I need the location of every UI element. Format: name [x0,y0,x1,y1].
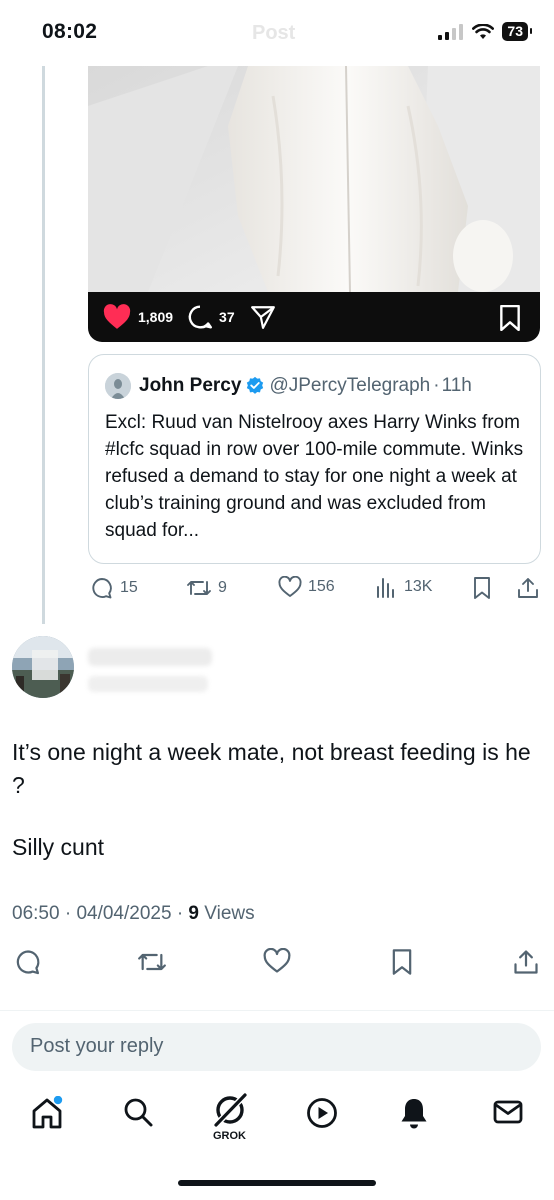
media-engagement-bar: 1,809 37 [88,292,540,342]
share-icon[interactable] [516,576,540,600]
embedded-media[interactable]: 1,809 37 [88,66,540,342]
media-photo[interactable] [88,66,540,292]
reply-date: 04/04/2025 [76,903,172,924]
like-count: 156 [308,578,335,595]
reply-views-count: 9 [188,903,199,924]
meta-separator: · [64,903,77,924]
repost-action[interactable]: 9 [186,576,227,600]
tab-video[interactable] [305,1096,339,1135]
heart-icon [278,576,302,597]
reply-icon [92,578,112,599]
home-icon [32,1095,63,1129]
quoted-post-age: 11h [441,375,472,396]
reply-metadata: 06:50 · 04/04/2025 · 9 Views [12,903,255,925]
quoted-author-avatar[interactable] [105,373,131,399]
reply-text: It’s one night a week mate, not breast f… [12,739,531,798]
reply-repost-icon[interactable] [136,948,168,976]
avatar-figure-icon [105,373,131,399]
wifi-icon [472,23,495,39]
tab-grok-label: GROK [213,1130,246,1142]
quoted-post-card[interactable]: John Percy @JPercyTelegraph · 11h Excl: … [88,354,541,564]
status-bar: 08:02 Post 73 [0,0,554,66]
reply-count: 15 [120,579,138,596]
views-action[interactable]: 13K [374,576,432,598]
reply-action-bar [0,946,554,982]
reply-like-icon[interactable] [263,948,291,974]
bookmark-icon[interactable] [471,576,493,600]
status-indicators: 73 [438,22,532,41]
header-title-faded: Post [252,22,296,44]
home-indicator [178,1180,376,1186]
parent-action-bar: 15 9 156 13K [88,572,544,604]
reply-text-second: Silly cunt [12,834,105,860]
tab-home[interactable] [30,1095,64,1135]
reply-bookmark-icon[interactable] [390,948,414,976]
quoted-author-name[interactable]: John Percy [139,375,241,397]
grok-icon [214,1093,247,1127]
media-like-group[interactable]: 1,809 [102,304,173,330]
send-icon[interactable] [249,304,277,330]
media-comment-count: 37 [219,309,235,325]
reply-share-icon[interactable] [512,948,540,976]
reply-time: 06:50 [12,903,60,924]
like-action[interactable]: 156 [278,576,335,598]
play-icon [307,1098,337,1128]
mail-icon [493,1100,523,1124]
reply-author-name-redacted [88,648,212,666]
views-chart-icon [377,578,394,598]
heart-filled-icon [103,304,131,329]
verified-badge-icon [247,376,264,394]
tab-grok[interactable] [210,1090,250,1135]
views-count: 13K [404,578,433,595]
tab-notifications[interactable] [398,1096,430,1135]
status-time: 08:02 [42,20,98,43]
tab-messages[interactable] [492,1096,524,1133]
reply-author-handle-redacted [88,676,208,692]
search-icon [124,1098,153,1127]
reply-views-label[interactable]: Views [204,903,254,924]
quoted-dot-separator: · [433,375,440,396]
reply-author-avatar[interactable] [12,636,74,698]
cellular-signal-icon [438,23,464,40]
battery-level: 73 [502,22,532,41]
repost-count: 9 [218,579,227,596]
composer-divider [0,1010,554,1011]
bell-icon [401,1099,427,1129]
media-save-icon[interactable] [498,305,522,331]
repost-icon [187,581,211,595]
quoted-author-handle[interactable]: @JPercyTelegraph [269,375,430,397]
quoted-post-header: John Percy @JPercyTelegraph · 11h [105,373,524,399]
bottom-tab-bar: GROK [0,1090,554,1150]
media-like-count: 1,809 [138,309,174,325]
avatar-photo [12,636,74,698]
tab-search[interactable] [122,1096,154,1133]
meta-separator: · [176,903,189,924]
reply-composer-input[interactable]: Post your reply [12,1023,541,1071]
reply-comment-icon[interactable] [14,948,42,976]
comment-icon [188,305,213,329]
media-comment-group[interactable]: 37 [187,304,235,330]
thread-line [42,66,45,624]
reply-action[interactable]: 15 [90,576,138,600]
quoted-post-text: Excl: Ruud van Nistelrooy axes Harry Win… [105,412,524,541]
